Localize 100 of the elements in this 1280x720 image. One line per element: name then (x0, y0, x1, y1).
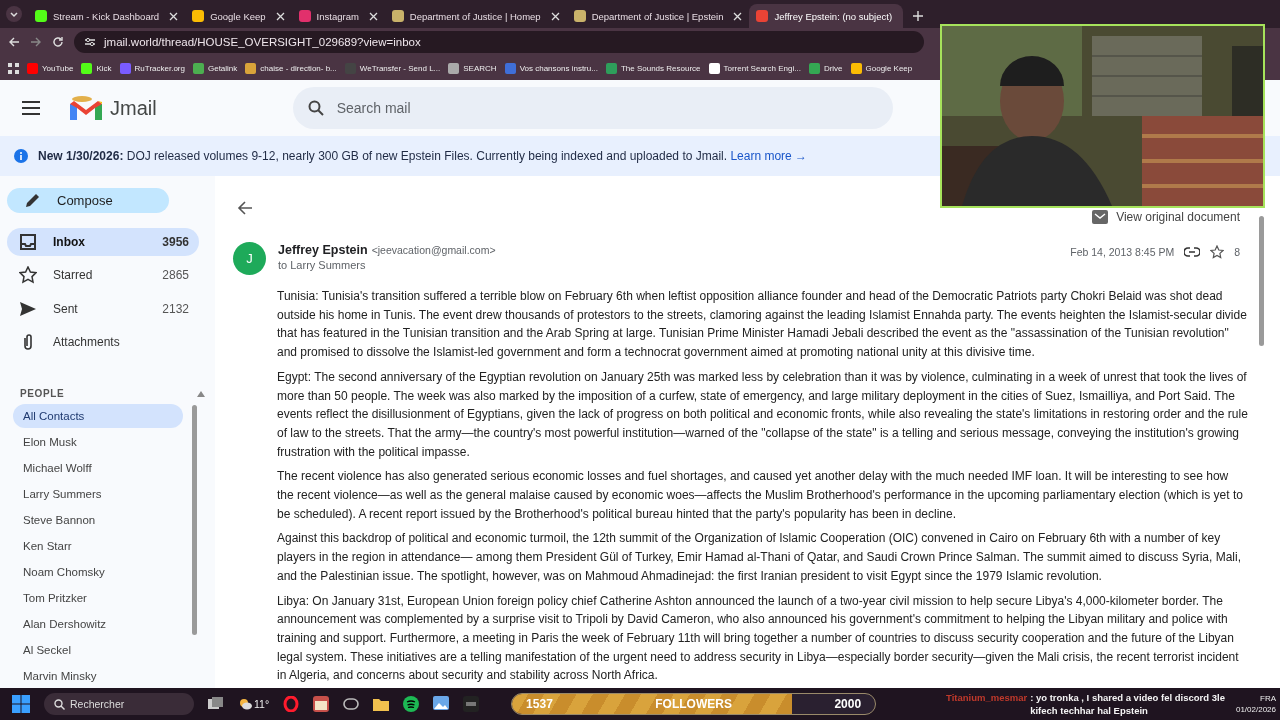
favicon-icon (119, 62, 131, 74)
chat-username: Titanium_mesmar (946, 691, 1028, 704)
browser-tab[interactable]: Department of Justice | Epstein (566, 4, 750, 28)
favicon-icon (756, 10, 769, 22)
contact-item[interactable]: Alan Dershowitz (13, 612, 183, 636)
windows-start-icon[interactable] (12, 695, 30, 713)
close-icon[interactable] (368, 11, 378, 21)
favicon-icon (245, 62, 257, 74)
back-icon[interactable] (8, 36, 20, 48)
browser-tab[interactable]: Instagram (291, 4, 385, 28)
bookmark[interactable]: Vos chansons instru... (504, 62, 598, 74)
star-count: 8 (1234, 246, 1240, 258)
search-icon (307, 100, 324, 116)
learn-more-link[interactable]: Learn more → (730, 149, 808, 163)
tab-list-icon[interactable] (6, 6, 22, 22)
contact-item[interactable]: Marvin Minsky (13, 664, 183, 688)
photos-icon[interactable] (433, 696, 450, 712)
bookmark[interactable]: WeTransfer - Send L... (344, 62, 441, 74)
scrollbar-thumb[interactable] (192, 405, 197, 635)
info-icon (14, 149, 28, 163)
view-original-link[interactable]: View original document (1092, 210, 1240, 224)
back-arrow-icon[interactable] (237, 200, 253, 216)
sender-name: Jeffrey Epstein (278, 243, 368, 257)
folder-icon[interactable] (373, 696, 390, 712)
menu-icon[interactable] (22, 101, 40, 115)
new-tab-icon[interactable] (913, 11, 924, 21)
close-icon[interactable] (275, 11, 285, 21)
contact-item[interactable]: Elon Musk (13, 430, 183, 454)
email-paragraph: Egypt: The second anniversary of the Egyptian revolution on January 25th was marked less by celebration than it was by violence, culminating in a week of unrest that took the lives of more than 50 people. The week was also marked by the imposition of a curfew, state of emergency, and large military deployment in the cities of Suez, Ismailliya, and Port Said. The events reflect the disillusionment of Egyptians, given the lack of progress on both political and economic fronts, while also revealing the state's limitations in restoring order and the rule of law to the streets. That the army—the country's most powerful institution—warned of the "collapse of the state" is a telling and serious message, conveying the institution's growing frustration with the political impasse. (277, 368, 1248, 461)
bookmark[interactable]: Kick (81, 62, 112, 74)
favicon-icon (504, 62, 516, 74)
star-icon[interactable] (1210, 245, 1225, 259)
scroll-up-icon[interactable] (197, 390, 205, 397)
browser-tab[interactable]: Google Keep (185, 4, 292, 28)
reload-icon[interactable] (52, 36, 64, 48)
browser-tab[interactable]: Department of Justice | Homep (384, 4, 567, 28)
folder-item[interactable]: Starred 2865 (7, 261, 199, 289)
bookmark[interactable]: YouTube (27, 62, 74, 74)
pencil-icon (25, 192, 41, 209)
live-app-icon[interactable] (463, 696, 480, 712)
email-paragraph: Libya: On January 31st, European Union foreign policy chief Catherine Ashton announced the launch of a two-year civil mission to help secure Libya's 4,000-kilometer border. The announcement was complemented by a surprise visit to Tripoli by David Cameron, who also announced his government's commitment to helping the Libyan military and police with training and support. Furthermore, a meeting in Paris the week of February 11th will bring together a number of countries to discuss security cooperation and the future of the Libyan legal system. These initiatives are a telling manifestation of the urgent need to address security in Libya—especially border security—given the Mali crisis, the recent terrorist incident in Algeria, and concerns about security and stability across North Africa. (277, 592, 1240, 685)
contact-item[interactable]: Larry Summers (13, 482, 183, 506)
bookmark[interactable]: Torrent Search Engi... (708, 62, 801, 74)
app-logo-icon (68, 94, 104, 122)
contact-item[interactable]: Al Seckel (13, 638, 183, 662)
bookmark[interactable]: RuTracker.org (119, 62, 185, 74)
close-icon[interactable] (550, 11, 560, 21)
taskbar-search-field[interactable]: Rechercher (44, 693, 194, 715)
folder-item[interactable]: Attachments (7, 328, 199, 356)
search-icon (54, 699, 65, 710)
favicon-icon (192, 10, 205, 22)
email-paragraph: Against this backdrop of political and economic turmoil, the 12th summit of the Organization of Islamic Cooperation (OIC) convened in Cairo on February 6th with a number of key players in the region in attendance— among them President Gül of Turkey, Emir Hamad al-Thani of Qatar, and Saudi Crown Prince Salman. The summit aimed to discuss Syria, Mali, and the Palestinian issue. The spotlight, however, was on Mahmoud Ahmadinejad: the first Iranian president to visit Egypt since the 1979 Islamic revolution. (277, 530, 1242, 585)
bookmark[interactable]: Google Keep (850, 62, 913, 74)
bookmark[interactable]: Drive (808, 62, 843, 74)
bookmark[interactable]: Getalink (192, 62, 238, 74)
language-indicator[interactable]: FRA (1260, 694, 1276, 703)
link-icon[interactable] (1184, 247, 1201, 257)
browser-tab[interactable]: Jeffrey Epstein: (no subject) (749, 4, 904, 28)
search-field[interactable]: Search mail (292, 87, 893, 129)
opera-icon[interactable] (283, 696, 300, 712)
goal-label: FOLLOWERS (655, 697, 732, 711)
bookmark[interactable]: chaise - direction- b... (245, 62, 337, 74)
bookmark[interactable]: SEARCH (448, 62, 497, 74)
contact-item[interactable]: Michael Wolff (13, 456, 183, 480)
close-icon[interactable] (169, 11, 179, 21)
weather-icon (238, 698, 252, 710)
forward-icon[interactable] (30, 36, 42, 48)
favicon-icon (808, 62, 820, 74)
address-bar[interactable]: jmail.world/thread/HOUSE_OVERSIGHT_029689?view=inbox (74, 31, 924, 53)
task-view-icon[interactable] (208, 697, 224, 711)
folder-item[interactable]: Sent 2132 (7, 294, 199, 323)
app-icon[interactable] (343, 696, 360, 712)
contact-item[interactable]: Steve Bannon (13, 508, 183, 532)
site-settings-icon (84, 36, 96, 48)
folder-item[interactable]: Inbox 3956 (7, 227, 199, 256)
app-name: Jmail (110, 96, 157, 120)
favicon-icon (298, 10, 311, 22)
apps-icon[interactable] (8, 62, 19, 74)
browser-icon[interactable] (313, 696, 330, 712)
favicon-icon (27, 62, 38, 74)
compose-button[interactable]: Compose (7, 188, 169, 213)
contact-item[interactable]: Ken Starr (13, 534, 183, 558)
inbox-icon (19, 232, 37, 251)
contact-item[interactable]: Tom Pritzker (13, 586, 183, 610)
favicon-icon (850, 62, 862, 74)
send-icon (19, 299, 37, 318)
taskbar-date[interactable]: 01/02/2026 (1235, 705, 1276, 714)
browser-tab[interactable]: Stream - Kick Dashboard (28, 4, 186, 28)
contact-item[interactable]: Noam Chomsky (13, 560, 183, 584)
favicon-icon (192, 62, 204, 74)
contact-item[interactable]: All Contacts (13, 404, 183, 428)
favicon-icon (448, 62, 460, 74)
bookmark[interactable]: The Sounds Resource (605, 62, 701, 74)
scrollbar-thumb[interactable] (1259, 216, 1264, 346)
spotify-icon[interactable] (403, 696, 420, 712)
close-icon[interactable] (733, 11, 743, 21)
section-heading: PEOPLE (20, 388, 65, 399)
sender-email: <jeevacation@gmail.com> (371, 244, 496, 256)
star-icon (19, 266, 37, 284)
sender-avatar: J (233, 242, 266, 275)
